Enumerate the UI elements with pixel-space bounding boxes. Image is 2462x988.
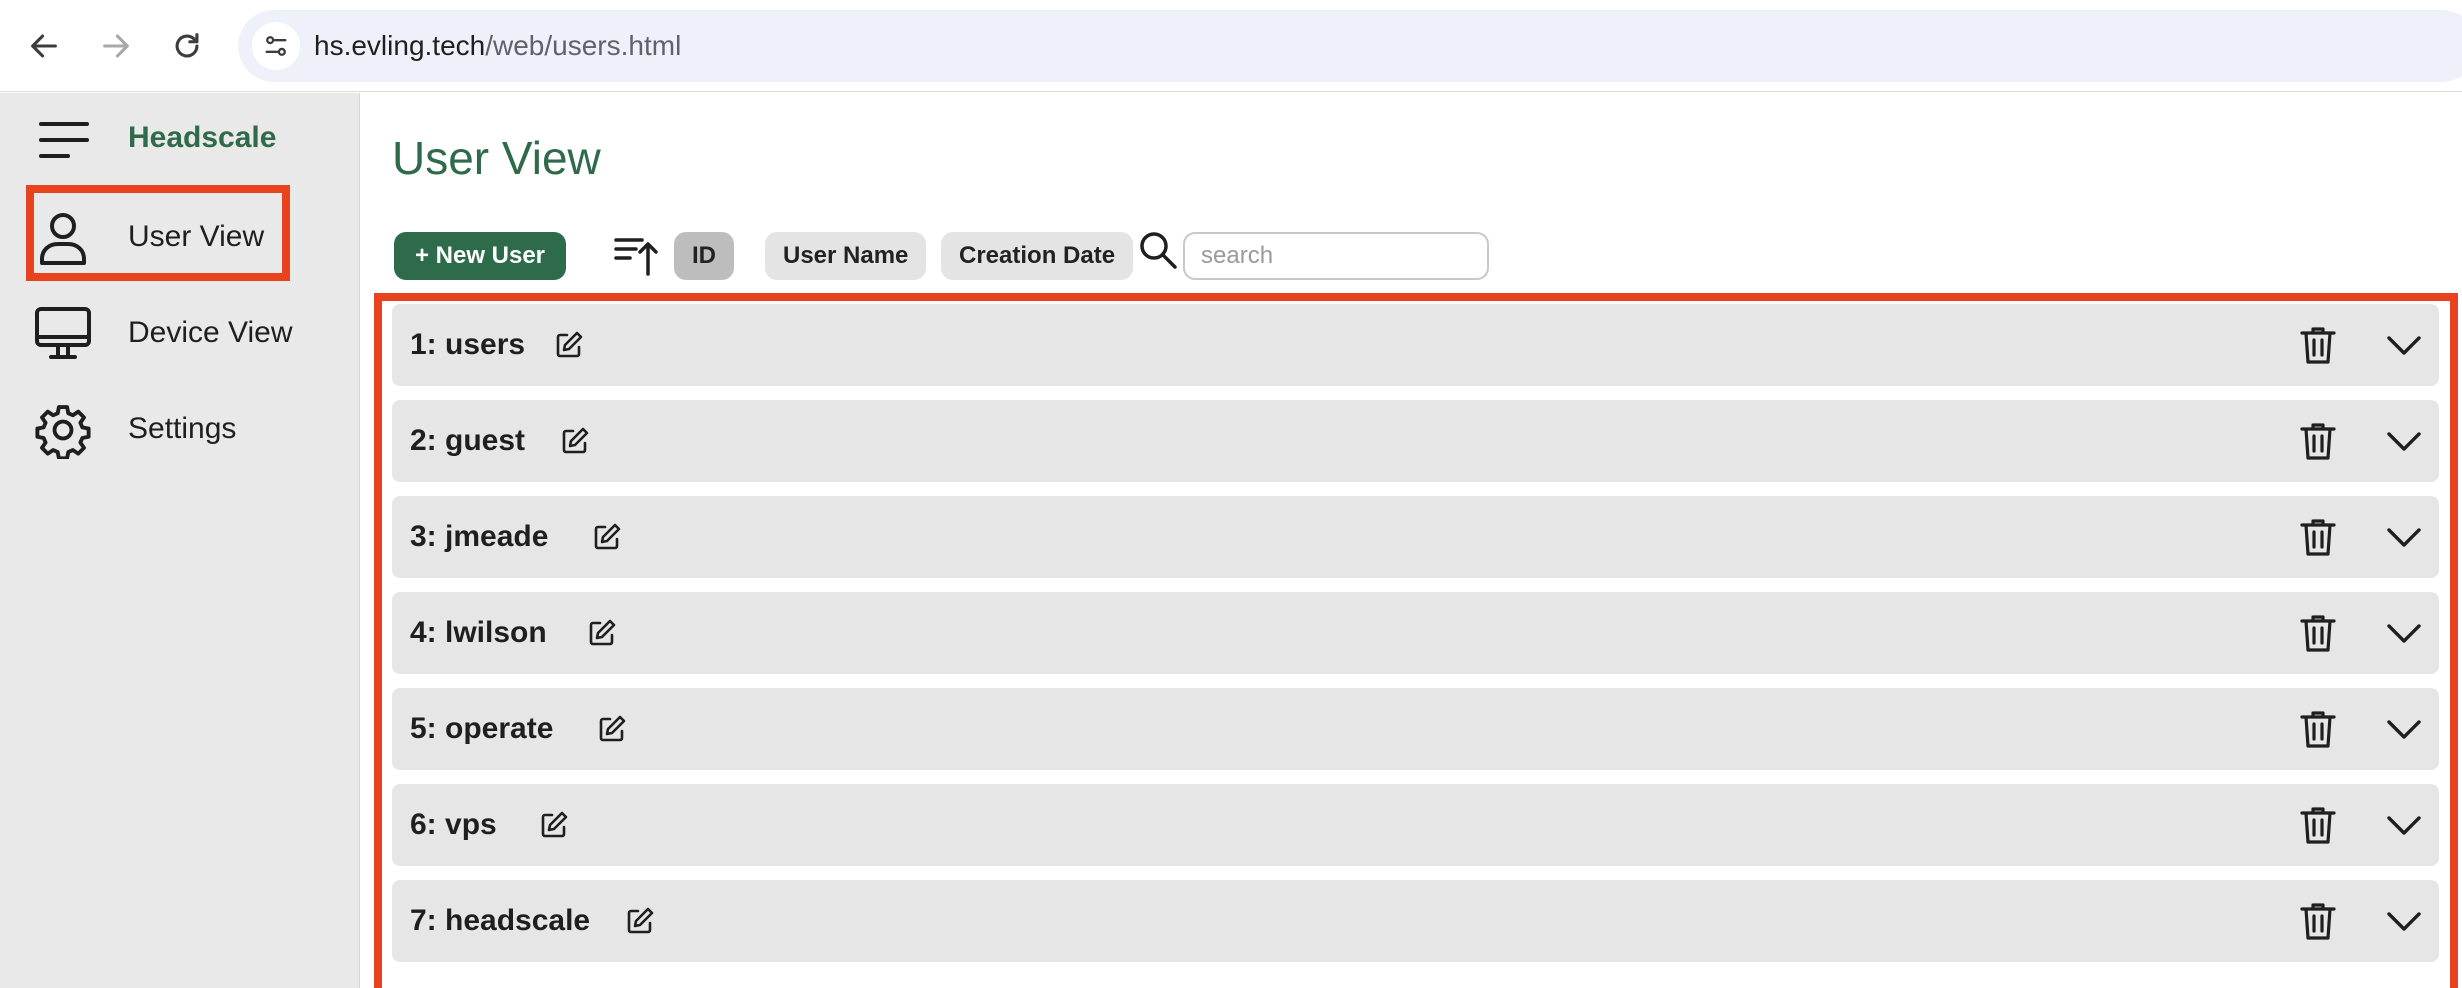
sort-ascending-icon[interactable] [612, 230, 660, 278]
chevron-down-icon[interactable] [2386, 332, 2422, 358]
back-button[interactable] [20, 22, 68, 70]
edit-icon[interactable] [538, 809, 570, 841]
edit-icon[interactable] [624, 905, 656, 937]
reload-icon [175, 33, 199, 58]
sidebar-item-device-view[interactable]: Device View [0, 285, 360, 381]
edit-icon[interactable] [596, 713, 628, 745]
reload-button[interactable] [163, 22, 211, 70]
site-info-button[interactable] [252, 22, 300, 70]
sort-chip-user-name[interactable]: User Name [765, 232, 927, 280]
edit-icon[interactable] [559, 425, 591, 457]
sidebar-header: Headscale [0, 93, 360, 189]
user-name-label: 1: users [410, 328, 526, 361]
user-row[interactable]: 3: jmeade [392, 496, 2439, 578]
address-bar[interactable]: hs.evling.tech/web/users.html [238, 10, 2462, 82]
menu-icon[interactable] [38, 119, 90, 161]
sort-chip-id[interactable]: ID [674, 232, 734, 280]
tune-icon [265, 36, 287, 56]
trash-icon[interactable] [2298, 516, 2338, 558]
arrow-right-icon [103, 34, 129, 58]
edit-icon[interactable] [553, 329, 585, 361]
chevron-down-icon[interactable] [2386, 812, 2422, 838]
user-row[interactable]: 6: vps [392, 784, 2439, 866]
user-row[interactable]: 1: users [392, 304, 2439, 386]
monitor-icon [35, 307, 91, 359]
sort-chip-creation-date[interactable]: Creation Date [941, 232, 1134, 280]
brand-title: Headscale [128, 121, 277, 154]
trash-icon[interactable] [2298, 804, 2338, 846]
edit-icon[interactable] [586, 617, 618, 649]
edit-icon[interactable] [591, 521, 623, 553]
trash-icon[interactable] [2298, 708, 2338, 750]
trash-icon[interactable] [2298, 900, 2338, 942]
user-name-label: 5: operate [410, 712, 554, 745]
chevron-down-icon[interactable] [2386, 620, 2422, 646]
active-nav-highlight [26, 185, 290, 281]
trash-icon[interactable] [2298, 612, 2338, 654]
user-name-label: 4: lwilson [410, 616, 547, 649]
user-row[interactable]: 7: headscale [392, 880, 2439, 962]
new-user-button[interactable]: + New User [394, 232, 566, 280]
sidebar-item-label: Settings [128, 412, 237, 445]
arrow-left-icon [31, 34, 57, 58]
chevron-down-icon[interactable] [2386, 716, 2422, 742]
url-host: hs.evling.tech [314, 30, 486, 61]
sidebar-item-label: Device View [128, 316, 293, 349]
trash-icon[interactable] [2298, 324, 2338, 366]
sidebar: Headscale User View Device View Settings [0, 93, 360, 988]
main-content: User View + New User ID User Name Creati… [361, 93, 2462, 988]
search-input[interactable] [1183, 232, 1489, 280]
chevron-down-icon[interactable] [2386, 428, 2422, 454]
browser-toolbar: hs.evling.tech/web/users.html [0, 0, 2462, 92]
user-row[interactable]: 2: guest [392, 400, 2439, 482]
trash-icon[interactable] [2298, 420, 2338, 462]
chevron-down-icon[interactable] [2386, 908, 2422, 934]
user-name-label: 3: jmeade [410, 520, 549, 553]
user-row[interactable]: 4: lwilson [392, 592, 2439, 674]
url-text[interactable]: hs.evling.tech/web/users.html [314, 10, 681, 82]
sidebar-item-settings[interactable]: Settings [0, 381, 360, 477]
forward-button[interactable] [92, 22, 140, 70]
user-list-highlight: 1: users 2: guest 3: jmeade 4: lwilson 5: op… [374, 293, 2458, 988]
user-toolbar: + New User ID User Name Creation Date [392, 226, 1792, 282]
search-icon [1140, 232, 1177, 269]
user-name-label: 2: guest [410, 424, 526, 457]
gear-icon [35, 405, 91, 459]
user-row[interactable]: 5: operate [392, 688, 2439, 770]
user-name-label: 7: headscale [410, 904, 591, 937]
page-title: User View [392, 132, 601, 184]
user-name-label: 6: vps [410, 808, 497, 841]
url-path: /web/users.html [485, 30, 682, 61]
chevron-down-icon[interactable] [2386, 524, 2422, 550]
